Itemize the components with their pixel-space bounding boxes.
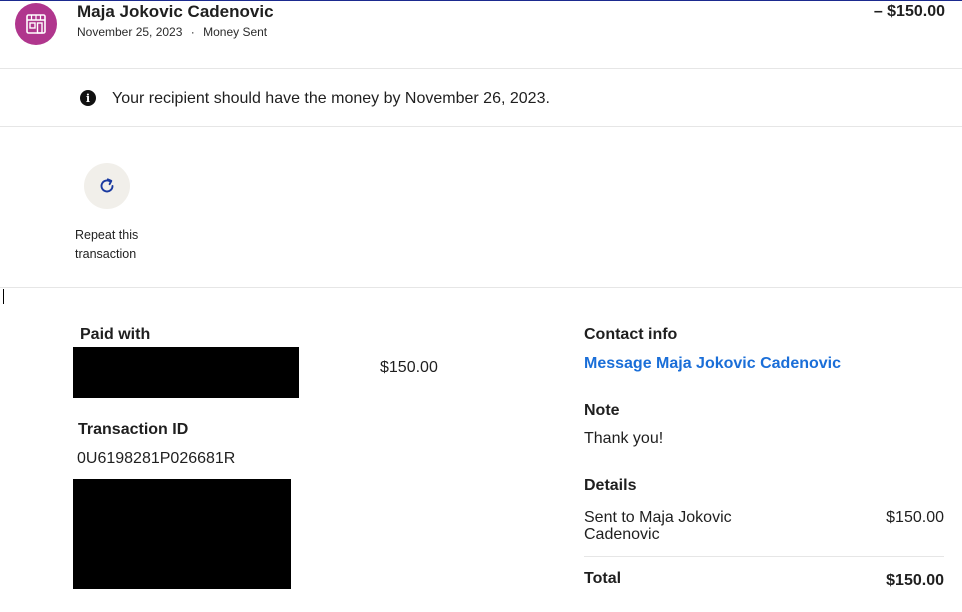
sent-to-line2: Cadenovic	[584, 526, 660, 543]
repeat-label-line1: Repeat this	[75, 228, 139, 242]
delivery-notice: Your recipient should have the money by …	[112, 90, 550, 107]
transaction-type: Money Sent	[203, 25, 268, 39]
total-amount: $150.00	[886, 572, 944, 589]
refresh-icon	[100, 178, 114, 193]
merchant-avatar	[15, 3, 57, 45]
repeat-label-line2: transaction	[75, 247, 137, 261]
top-border	[0, 0, 962, 1]
message-recipient-link[interactable]: Message Maja Jokovic Cadenovic	[584, 355, 841, 373]
recipient-name: Maja Jokovic Cadenovic	[77, 2, 274, 21]
paid-with-label: Paid with	[80, 326, 151, 343]
divider	[0, 126, 962, 127]
transaction-date: November 25, 2023	[77, 25, 183, 39]
divider	[0, 287, 962, 288]
note-label: Note	[584, 402, 620, 419]
transaction-meta: November 25, 2023 · Money Sent	[77, 25, 267, 39]
storefront-icon	[26, 14, 46, 34]
redacted-payment-method	[73, 347, 299, 398]
repeat-transaction-button[interactable]	[84, 163, 130, 209]
repeat-transaction-label[interactable]: Repeat this transaction	[75, 226, 165, 264]
total-label: Total	[584, 570, 622, 587]
sent-amount: $150.00	[886, 509, 944, 526]
divider	[0, 68, 962, 69]
info-icon: i	[80, 90, 96, 106]
note-text: Thank you!	[584, 430, 664, 447]
transaction-id: 0U6198281P026681R	[77, 450, 236, 467]
paid-amount: $150.00	[380, 359, 438, 376]
redacted-block	[73, 479, 291, 589]
contact-info-label: Contact info	[584, 326, 678, 343]
details-label: Details	[584, 477, 637, 494]
meta-separator: ·	[190, 25, 195, 39]
transaction-id-label: Transaction ID	[78, 421, 189, 438]
sent-to-description: Sent to Maja Jokovic Cadenovic	[584, 509, 732, 543]
details-divider	[584, 556, 944, 557]
header-amount: – $150.00	[873, 3, 945, 20]
sent-to-line1: Sent to Maja Jokovic	[584, 509, 732, 526]
text-cursor	[3, 289, 4, 304]
